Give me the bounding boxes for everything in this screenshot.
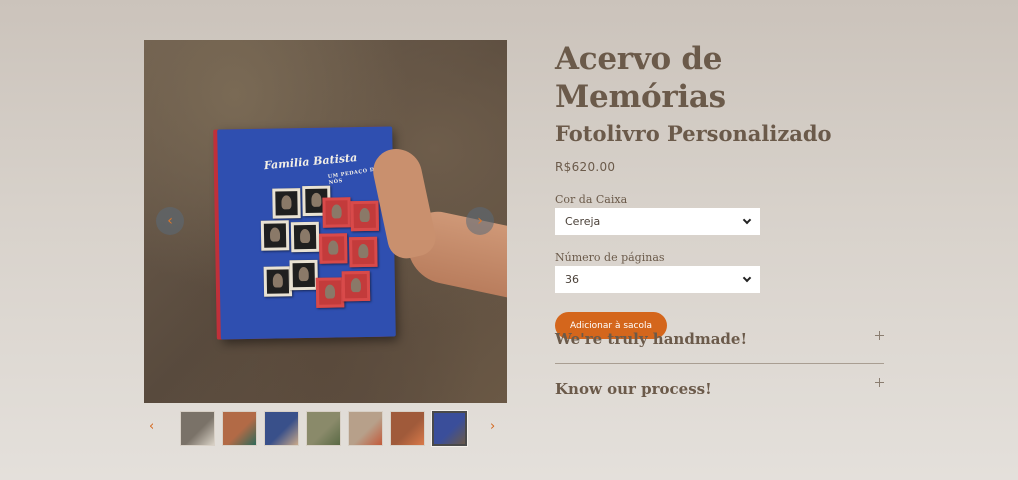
cover-photo (315, 277, 345, 308)
gallery-prev-button[interactable]: ‹ (156, 207, 184, 235)
cover-photo (290, 221, 320, 253)
thumbnail-next-button[interactable]: › (490, 419, 495, 434)
accordion-item-handmade[interactable]: We're truly handmade! (555, 315, 884, 364)
cover-photo (350, 200, 379, 232)
thumbnail-7[interactable] (431, 410, 468, 447)
chevron-down-icon (742, 215, 752, 225)
box-color-value: Cereja (565, 215, 601, 228)
product-main-image: Familia Batista UM PEDAÇO DE NÓS ‹ › (144, 40, 507, 403)
photobook-cover: Familia Batista UM PEDAÇO DE NÓS (217, 126, 396, 340)
book-cover-title: Familia Batista (263, 151, 358, 173)
pages-label: Número de páginas (555, 251, 665, 264)
thumbnail-3[interactable] (264, 411, 299, 446)
pages-select[interactable]: 36 (555, 266, 760, 293)
cover-photo (289, 259, 318, 291)
thumbnail-6[interactable] (390, 411, 425, 446)
product-details: Acervo de Memórias Fotolivro Personaliza… (555, 40, 885, 339)
accordion-title: We're truly handmade! (555, 330, 748, 348)
info-accordion: We're truly handmade! Know our process! (555, 315, 884, 413)
plus-icon (875, 331, 884, 340)
accordion-item-process[interactable]: Know our process! (555, 364, 884, 413)
pages-value: 36 (565, 273, 579, 286)
cover-photo (341, 270, 371, 302)
cover-photo (272, 188, 301, 219)
thumbnail-1[interactable] (180, 411, 215, 446)
product-title: Acervo de Memórias (555, 41, 726, 115)
accordion-title: Know our process! (555, 379, 712, 398)
gallery-next-button[interactable]: › (466, 207, 494, 235)
cover-photo (260, 220, 290, 251)
cover-photo (263, 266, 293, 297)
cover-photo (319, 233, 348, 264)
chevron-down-icon (742, 273, 752, 283)
product-price: R$620.00 (555, 160, 616, 174)
chevron-right-icon: › (490, 419, 496, 434)
product-gallery: Familia Batista UM PEDAÇO DE NÓS ‹ › ‹ › (144, 40, 507, 447)
plus-icon (875, 378, 884, 387)
chevron-right-icon: › (477, 213, 483, 229)
thumbnail-2[interactable] (222, 411, 257, 446)
thumbnail-4[interactable] (306, 411, 341, 446)
thumbnail-prev-button[interactable]: ‹ (149, 419, 154, 434)
thumbnail-5[interactable] (348, 411, 383, 446)
box-color-select[interactable]: Cereja (555, 208, 760, 235)
product-subtitle: Fotolivro Personalizado (555, 121, 832, 146)
chevron-left-icon: ‹ (149, 419, 155, 434)
cover-photo (322, 197, 351, 228)
cover-photo (349, 236, 378, 268)
chevron-left-icon: ‹ (167, 213, 173, 229)
box-color-label: Cor da Caixa (555, 193, 628, 206)
thumbnail-strip: ‹ › (144, 410, 507, 447)
